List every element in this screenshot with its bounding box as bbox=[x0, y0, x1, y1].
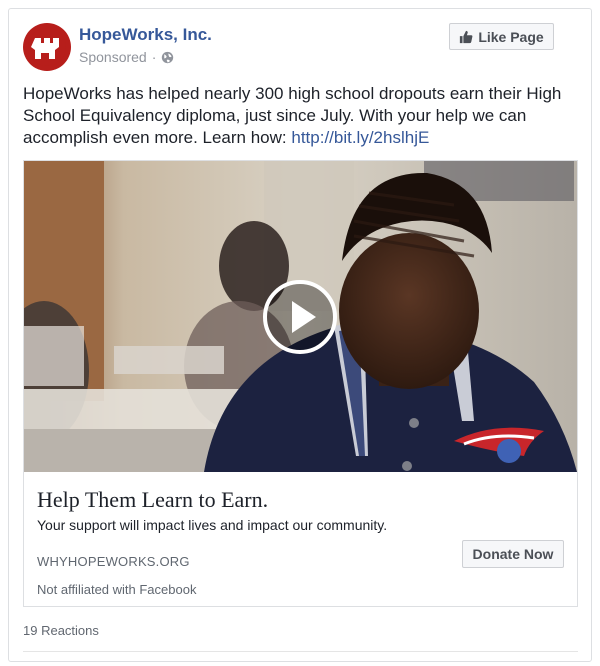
footer-divider bbox=[23, 651, 578, 652]
ad-description: Your support will impact lives and impac… bbox=[37, 517, 388, 533]
like-page-button[interactable]: Like Page bbox=[449, 23, 554, 50]
post-body: HopeWorks has helped nearly 300 high sch… bbox=[23, 83, 583, 149]
ad-domain[interactable]: WHYHOPEWORKS.ORG bbox=[37, 554, 190, 569]
hopeworks-logo[interactable] bbox=[23, 23, 71, 71]
play-icon[interactable] bbox=[262, 279, 338, 355]
sponsored-label[interactable]: Sponsored bbox=[79, 49, 147, 65]
globe-icon[interactable] bbox=[161, 51, 174, 64]
ad-headline[interactable]: Help Them Learn to Earn. bbox=[37, 487, 268, 513]
like-page-label: Like Page bbox=[478, 28, 544, 45]
post-meta: Sponsored · bbox=[79, 49, 174, 65]
post-link[interactable]: http://bit.ly/2hslhjE bbox=[291, 128, 429, 147]
reactions-count[interactable]: 19 Reactions bbox=[23, 623, 99, 638]
ad-disclaimer: Not affiliated with Facebook bbox=[37, 582, 197, 597]
sponsored-post-card: HopeWorks, Inc. Sponsored · Like Page Ho… bbox=[8, 8, 592, 662]
hopeworks-logo-icon bbox=[28, 28, 66, 66]
meta-separator: · bbox=[151, 49, 157, 65]
donate-now-button[interactable]: Donate Now bbox=[462, 540, 564, 568]
page-name-link[interactable]: HopeWorks, Inc. bbox=[79, 25, 212, 45]
thumbs-up-icon bbox=[460, 30, 473, 43]
video-thumbnail[interactable] bbox=[24, 161, 577, 472]
ad-attachment[interactable]: Help Them Learn to Earn. Your support wi… bbox=[23, 160, 578, 607]
